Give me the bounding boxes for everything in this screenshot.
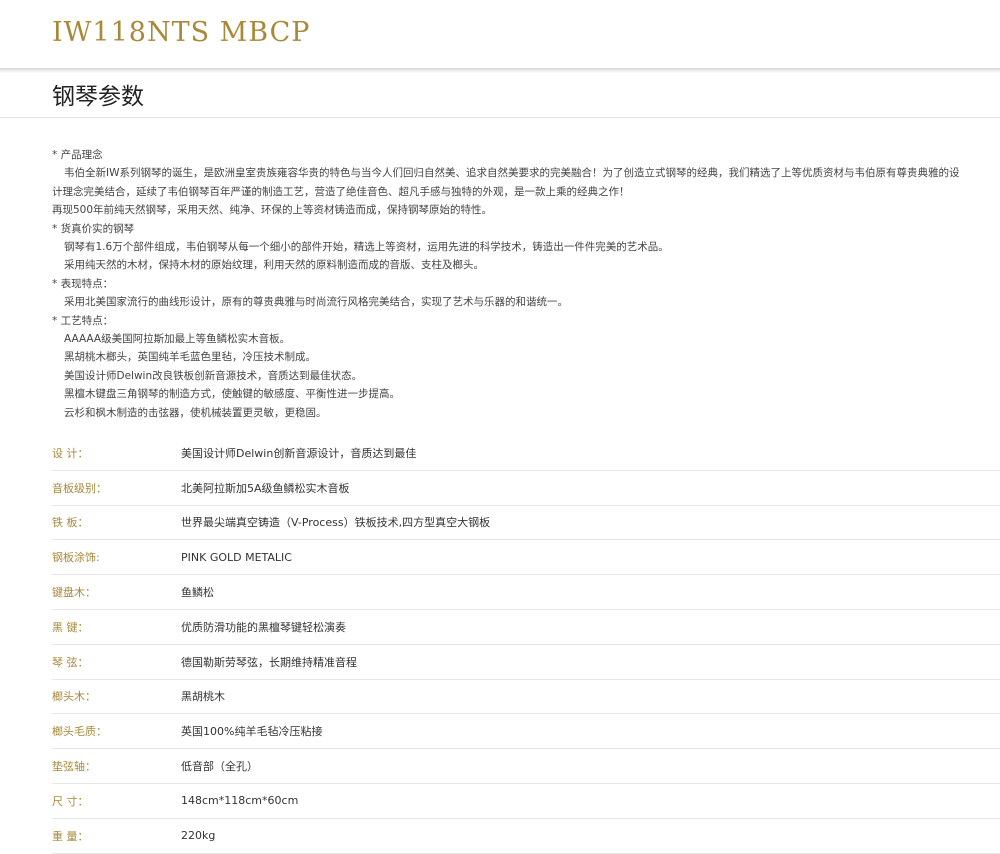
- spec-row-black-keys: 黑 键： 优质防滑功能的黑檀琴键轻松演奏: [52, 610, 1000, 645]
- section-divider: [0, 117, 1000, 118]
- spec-value: 鱼鳞松: [181, 586, 214, 600]
- spec-label: 垫弦轴：: [52, 760, 96, 774]
- spec-row-dimensions: 尺 寸： 148cm*118cm*60cm: [52, 784, 1000, 819]
- spec-value: 148cm*118cm*60cm: [181, 794, 299, 808]
- spec-label: 榔头木：: [52, 690, 96, 704]
- intro-text: 云杉和枫木制造的击弦器，使机械装置更灵敏，更稳固。: [64, 406, 327, 419]
- spec-label: 设 计：: [52, 446, 89, 460]
- spec-row-plate-finish: 钢板涂饰: PINK GOLD METALIC: [52, 540, 1000, 576]
- intro-text: AAAAA级美国阿拉斯加最上等鱼鳞松实木音板。: [64, 333, 291, 346]
- spec-label: 琴 弦：: [52, 655, 89, 669]
- intro-heading-features: * 表现特点：: [52, 277, 114, 290]
- spec-row-design: 设 计： 美国设计师Delwin创新音源设计，音质达到最佳: [52, 436, 1000, 471]
- top-bar: IW118NTS MBCP: [0, 0, 1000, 68]
- intro-text: 采用纯天然的木材，保持木材的原始纹理，利用天然的原料制造而成的音版、支柱及榔头。: [64, 259, 484, 272]
- spec-value: 220kg: [181, 829, 216, 843]
- intro-text: 钢琴有1.6万个部件组成，韦伯钢琴从每一个细小的部件开始，精选上等资材，运用先进…: [64, 241, 669, 254]
- spec-value: 黑胡桃木: [181, 690, 225, 704]
- intro-text: 黑檀木键盘三角钢琴的制造方式，使触键的敏感度、平衡性进一步提高。: [64, 388, 400, 401]
- spec-value: 德国勒斯劳琴弦，长期维持精准音程: [181, 655, 357, 669]
- spec-label: 尺 寸：: [52, 794, 89, 808]
- spec-value: PINK GOLD METALIC: [181, 550, 292, 564]
- spec-label: 音板级别：: [52, 481, 107, 495]
- intro-text: 黑胡桃木榔头，英国纯羊毛蓝色里毡，冷压技术制成。: [64, 351, 316, 364]
- model-title: IW118NTS MBCP: [52, 17, 311, 48]
- spec-row-hammer-wood: 榔头木： 黑胡桃木: [52, 680, 1000, 715]
- spec-row-soundboard: 音板级别： 北美阿拉斯加5A级鱼鳞松实木音板: [52, 471, 1000, 506]
- intro-text: 采用北美国家流行的曲线形设计，原有的尊贵典雅与时尚流行风格完美结合，实现了艺术与…: [64, 296, 568, 309]
- spec-row-keyboard-wood: 键盘木： 鱼鳞松: [52, 575, 1000, 610]
- spec-row-iron-plate: 铁 板： 世界最尖端真空铸造（V-Process）铁板技术,四方型真空大钢板: [52, 506, 1000, 541]
- spec-value: 英国100%纯羊毛毡冷压粘接: [181, 725, 323, 739]
- section-title: 钢琴参数: [52, 84, 144, 110]
- spec-value: 世界最尖端真空铸造（V-Process）铁板技术,四方型真空大钢板: [181, 516, 491, 530]
- spec-label: 铁 板：: [52, 516, 89, 530]
- intro-heading-genuine: * 货真价实的钢琴: [52, 222, 135, 235]
- spec-label: 钢板涂饰:: [52, 551, 100, 565]
- spec-value: 优质防滑功能的黑檀琴键轻松演奏: [181, 620, 346, 634]
- spec-row-strings: 琴 弦： 德国勒斯劳琴弦，长期维持精准音程: [52, 645, 1000, 680]
- intro-text: 再现500年前纯天然钢琴，采用天然、纯净、环保的上等资材铸造而成，保持钢琴原始的…: [52, 204, 493, 217]
- product-intro: * 产品理念 韦伯全新IW系列钢琴的诞生，是欧洲皇室贵族雍容华贵的特色与当今人们…: [52, 146, 982, 422]
- spec-label: 键盘木：: [52, 586, 96, 600]
- spec-table: 设 计： 美国设计师Delwin创新音源设计，音质达到最佳 音板级别： 北美阿拉…: [52, 436, 1000, 854]
- spec-label: 黑 键：: [52, 620, 89, 634]
- spec-value: 美国设计师Delwin创新音源设计，音质达到最佳: [181, 446, 417, 460]
- intro-heading-craft: * 工艺特点：: [52, 314, 114, 327]
- intro-heading-concept: * 产品理念: [52, 149, 103, 161]
- spec-value: 低音部（全孔）: [181, 760, 258, 774]
- spec-row-weight: 重 量： 220kg: [52, 819, 1000, 854]
- spec-value: 北美阿拉斯加5A级鱼鳞松实木音板: [181, 481, 350, 495]
- intro-text: 美国设计师Delwin改良铁板创新音源技术，音质达到最佳状态。: [64, 369, 363, 382]
- intro-text: 计理念完美结合，延续了韦伯钢琴百年严谨的制造工艺，营造了绝佳音色、超凡手感与独特…: [52, 185, 630, 198]
- spec-label: 重 量：: [52, 829, 89, 843]
- spec-row-hammer-felt: 榔头毛质： 英国100%纯羊毛毡冷压粘接: [52, 714, 1000, 750]
- spec-row-pin-block: 垫弦轴： 低音部（全孔）: [52, 749, 1000, 784]
- spec-label: 榔头毛质：: [52, 725, 107, 739]
- header-divider: [0, 68, 1000, 73]
- intro-text: 韦伯全新IW系列钢琴的诞生，是欧洲皇室贵族雍容华贵的特色与当今人们回归自然美、追…: [64, 167, 960, 180]
